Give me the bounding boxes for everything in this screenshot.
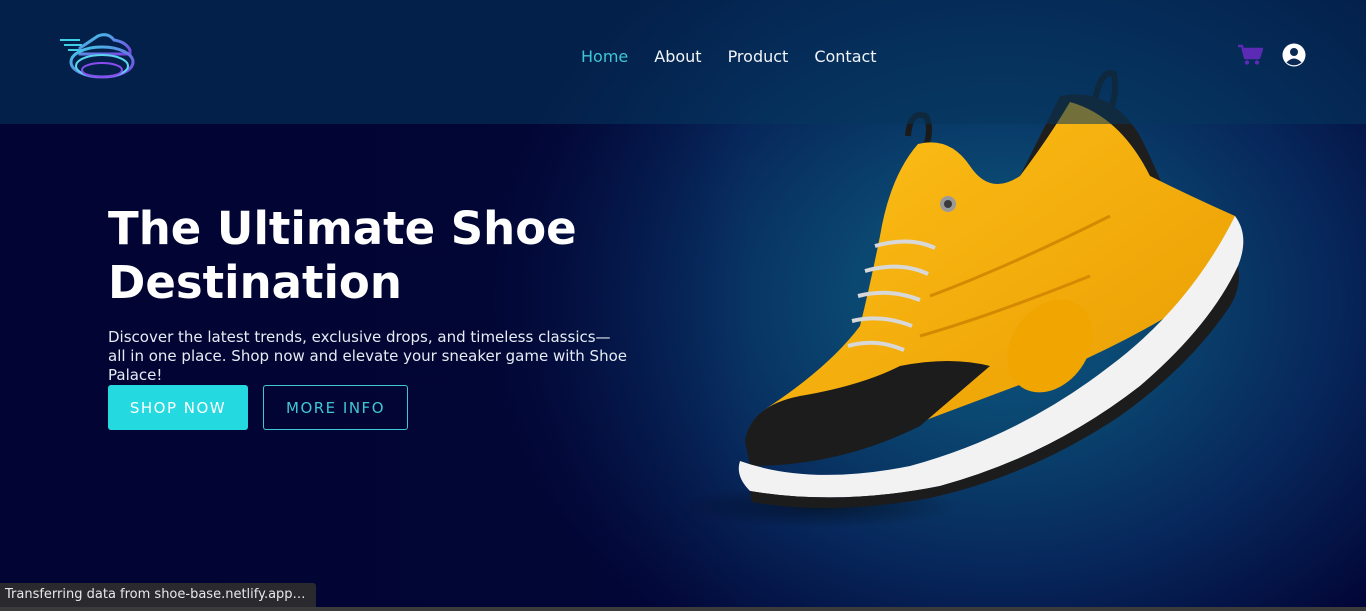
sneaker-image [690,70,1244,528]
nav-links: Home About Product Contact [581,47,877,66]
shop-now-button[interactable]: SHOP NOW [108,385,248,430]
navbar: Home About Product Contact [0,0,1366,124]
user-circle-icon[interactable] [1282,43,1306,67]
nav-link-home[interactable]: Home [581,47,628,66]
hero-title: The Ultimate Shoe Destination [108,202,577,309]
hero-description: Discover the latest trends, exclusive dr… [108,328,627,384]
nav-link-about[interactable]: About [654,47,701,66]
cart-icon[interactable] [1238,44,1264,66]
window-bottom-edge [0,607,1366,611]
page: Home About Product Contact The Ultimate … [0,0,1366,611]
nav-link-contact[interactable]: Contact [814,47,876,66]
hero-section: The Ultimate Shoe Destination Discover t… [108,202,648,430]
hero-buttons: SHOP NOW MORE INFO [108,385,408,430]
sneaker-logo-icon[interactable] [58,28,136,84]
nav-link-product[interactable]: Product [728,47,789,66]
more-info-button[interactable]: MORE INFO [263,385,408,430]
browser-status-bar: Transferring data from shoe-base.netlify… [0,583,316,607]
